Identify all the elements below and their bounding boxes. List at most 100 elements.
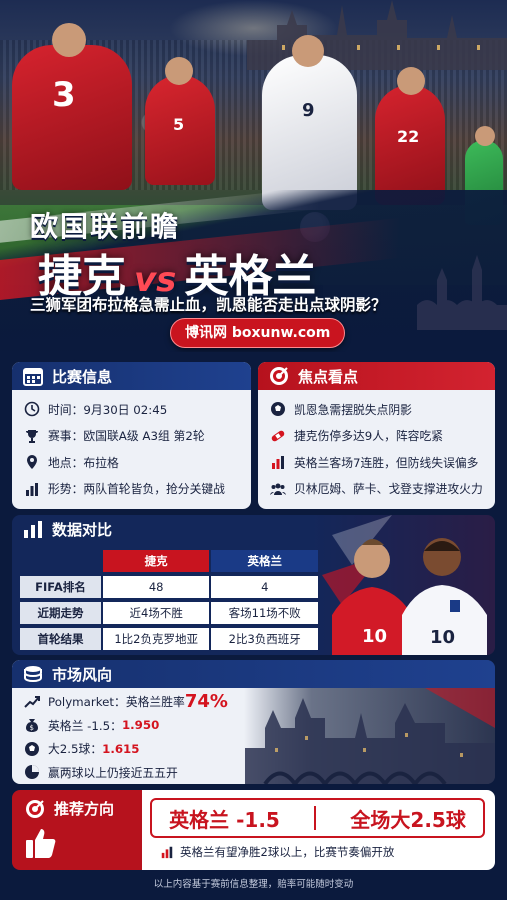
jersey-number: 10 [362,626,387,647]
info-value: 9月30日 02:45 [83,402,168,417]
kicker-title: 欧国联前瞻 [30,210,181,243]
focus-text: 捷克伤停多达9人，阵容吃紧 [294,429,444,444]
info-label: 地点： [48,455,84,470]
compare-table: 捷克 英格兰 FIFA排名 48 4 近期走势 近4场不胜 客场11场不败 首轮… [20,549,318,651]
hero-banner: 3 5 9 22 欧国联前瞻 捷克 vs 英格兰 三狮军团布拉格急需止血，凯恩能否走… [0,0,507,352]
jersey-number: 10 [430,627,455,648]
market-title: 市场风向 [52,665,113,684]
table-cell-czech: 48 [102,576,210,598]
info-value: 欧国联A级 A3组 第2轮 [83,429,205,444]
focus-row: 捷克伤停多达9人，阵容吃紧 [258,423,495,450]
win-probability: 74% [184,691,228,713]
table-cell-label: FIFA排名 [20,576,101,598]
odds-handicap: 1.950 [121,718,160,733]
table-cell-england: 2比3负西班牙 [211,628,318,650]
pick-over: 全场大2.5球 [350,807,466,832]
focus-panel: 焦点看点 凯恩急需摆脱失点阴影 捷克伤停多达9人，阵容吃紧 英格兰客场7连胜，但… [258,362,495,509]
odds-over: 1.615 [102,741,140,756]
table-header-row: 捷克 英格兰 [20,549,318,573]
info-value: 两队首轮皆负，抢分关键战 [83,482,225,497]
disclaimer: 以上内容基于赛前信息整理，赔率可能随时变动 [153,879,354,890]
focus-row: 凯恩急需摆脱失点阴影 [258,396,495,423]
target-icon [270,367,288,385]
market-row: 大2.5球： 1.615 [12,737,495,761]
england-player-9: 9 [262,35,357,210]
market-text: Polymarket：英格兰胜率 [48,695,185,710]
market-text: 英格兰 -1.5： [48,718,122,733]
tagline: 三狮军团布拉格急需止血，凯恩能否走出点球阴影？ [30,296,387,314]
trophy-icon [26,429,38,443]
bar-chart-icon [161,846,173,859]
market-header: 市场风向 [12,660,495,688]
table-header-czech: 捷克 [102,550,210,572]
table-row: 近期走势 近4场不胜 客场11场不败 [20,601,318,625]
calendar-icon [23,368,43,386]
info-value: 布拉格 [83,455,119,470]
market-row: $ 英格兰 -1.5： 1.950 [12,714,495,738]
table-row: FIFA排名 48 4 [20,575,318,599]
czech-player-22: 22 [375,67,445,205]
pick-handicap: 英格兰 -1.5 [169,807,280,832]
trend-bars-icon [272,456,284,470]
svg-text:$: $ [30,724,34,732]
recommend-picks: 英格兰 -1.5 全场大2.5球 [150,798,485,838]
market-text: 大2.5球： [48,742,103,757]
focus-row: 英格兰客场7连胜，但防线失误偏多 [258,449,495,476]
brand-badge[interactable]: 博讯网 boxunw.com [170,318,346,348]
market-row: Polymarket：英格兰胜率 74% [12,690,495,714]
players-portrait-illustration: 10 10 [322,515,487,655]
table-cell-czech: 1比2负克罗地亚 [102,628,210,650]
focus-header: 焦点看点 [258,362,495,390]
team-icon [270,483,286,495]
recommend-panel: 推荐方向 英格兰 -1.5 全场大2.5球 英格兰有望净胜2球以上，比赛节奏偏开… [12,790,495,870]
compare-title: 数据对比 [52,520,113,539]
soccer-ball-icon [271,402,285,417]
bar-chart-icon [24,521,42,538]
focus-text: 英格兰客场7连胜，但防线失误偏多 [294,455,479,470]
soccer-ball-icon [25,741,39,756]
bandage-icon [271,430,285,442]
info-label: 赛事： [48,429,84,444]
match-info-title: 比赛信息 [52,367,113,386]
market-row: 赢两球以上仍接近五五开 [12,761,495,785]
focus-text: 凯恩急需摆脱失点阴影 [294,402,412,417]
coins-icon [24,666,42,683]
table-cell-czech: 近4场不胜 [102,602,210,624]
info-row-time: 时间： 9月30日 02:45 [12,396,251,423]
market-text: 赢两球以上仍接近五五开 [48,765,178,780]
match-info-header: 比赛信息 [12,362,251,390]
charles-bridge-illustration [417,255,507,330]
money-bag-icon: $ [26,719,38,733]
focus-row: 贝林厄姆、萨卡、戈登支撑进攻火力 [258,476,495,503]
table-cell-label: 首轮结果 [20,628,101,650]
recommend-title: 推荐方向 [54,800,115,818]
czech-player-3: 3 [12,23,132,190]
bar-chart-icon [26,482,38,496]
recommend-side: 推荐方向 [12,790,142,870]
location-pin-icon [27,455,37,470]
table-cell-england: 4 [211,576,318,598]
info-label: 形势： [48,482,84,497]
pie-chart-icon [25,765,39,780]
focus-title: 焦点看点 [298,367,359,386]
trend-line-icon [24,695,40,708]
recommend-note-text: 英格兰有望净胜2球以上，比赛节奏偏开放 [180,845,395,859]
pick-divider [314,806,317,830]
target-icon [26,800,44,818]
czech-player-5: 5 [145,57,215,185]
compare-panel: 数据对比 捷克 英格兰 FIFA排名 48 4 近期走势 近4场不胜 客场11场… [12,515,495,655]
info-label: 时间： [48,402,84,417]
recommend-note: 英格兰有望净胜2球以上，比赛节奏偏开放 [160,844,394,860]
clock-icon [24,401,40,417]
info-row-situation: 形势： 两队首轮皆负，抢分关键战 [12,476,251,503]
thumbs-up-icon [26,829,56,858]
table-header-england: 英格兰 [211,550,318,572]
focus-text: 贝林厄姆、萨卡、戈登支撑进攻火力 [294,482,483,497]
table-row: 首轮结果 1比2负克罗地亚 2比3负西班牙 [20,627,318,651]
match-info-panel: 比赛信息 时间： 9月30日 02:45 赛事： 欧国联A级 A3组 第2轮 地点：… [12,362,251,509]
market-panel: 市场风向 Polymarket：英格兰胜率 74% $ 英格兰 -1.5： 1.… [12,660,495,784]
table-cell-label: 近期走势 [20,602,101,624]
info-row-venue: 地点： 布拉格 [12,449,251,476]
info-row-competition: 赛事： 欧国联A级 A3组 第2轮 [12,423,251,450]
table-cell-england: 客场11场不败 [211,602,318,624]
